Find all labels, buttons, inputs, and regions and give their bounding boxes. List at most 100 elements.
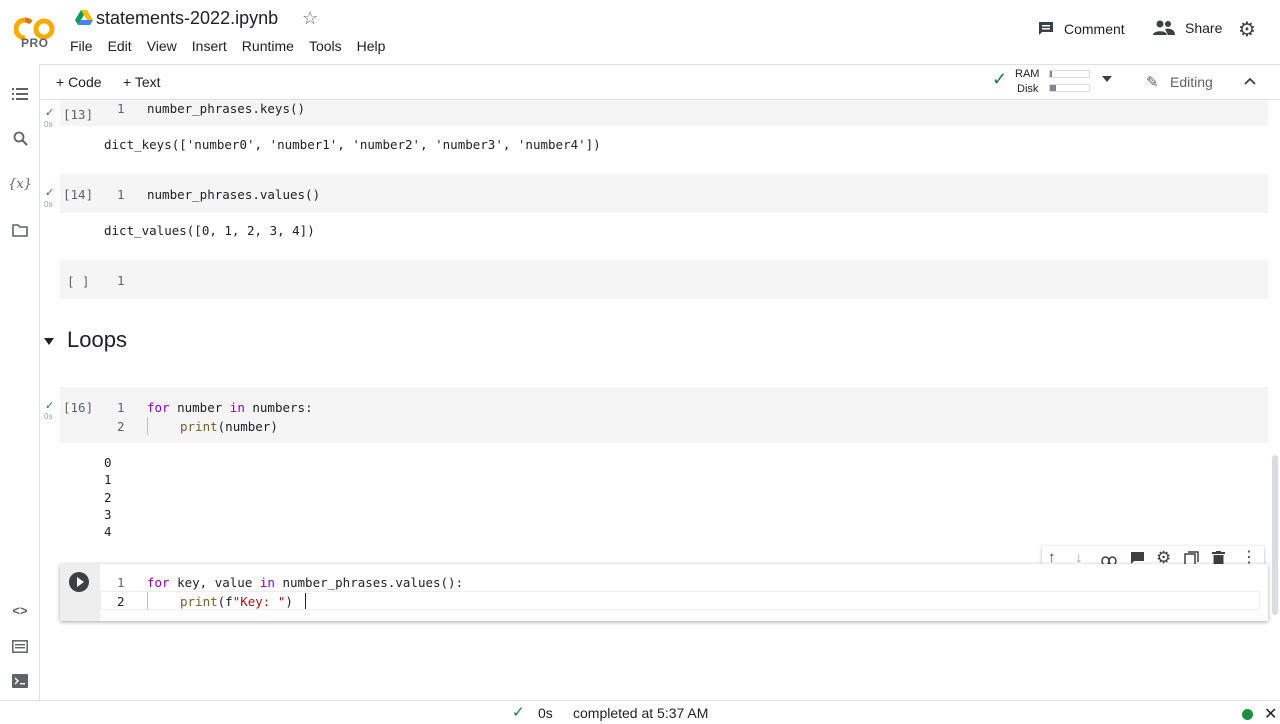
- add-code-button[interactable]: + Code: [56, 74, 102, 90]
- text-cursor: [305, 593, 306, 609]
- close-icon[interactable]: ✕: [1264, 704, 1277, 724]
- exec-time: 0s: [44, 200, 53, 209]
- line-number: 1: [117, 575, 125, 590]
- star-icon[interactable]: ☆: [302, 8, 318, 29]
- pro-badge: PRO: [21, 36, 49, 50]
- function-name: print: [180, 419, 218, 434]
- indent-guide: [147, 417, 148, 435]
- play-icon: [77, 577, 84, 587]
- executed-check-icon: ✓: [45, 187, 55, 199]
- menu-help[interactable]: Help: [357, 38, 386, 54]
- run-cell-button[interactable]: [69, 572, 89, 592]
- execution-count: [14]: [63, 187, 94, 202]
- code-cell-16[interactable]: [60, 387, 1268, 443]
- files-folder-icon[interactable]: [10, 220, 30, 240]
- left-sidebar: {x} <>: [0, 64, 40, 700]
- command-palette-icon[interactable]: [10, 636, 30, 656]
- keyword: for: [147, 400, 170, 415]
- collapse-section-icon[interactable]: [44, 338, 54, 345]
- status-bar: ✓ 0s completed at 5:37 AM ✕: [0, 700, 1280, 723]
- code-text: number_phrases.values():: [274, 575, 464, 590]
- code-line[interactable]: number_phrases.values(): [147, 187, 320, 202]
- comment-label: Comment: [1064, 21, 1125, 37]
- menu-view[interactable]: View: [147, 38, 177, 54]
- completed-check-icon: ✓: [512, 704, 525, 721]
- code-text: (number): [217, 419, 278, 434]
- execution-count: [16]: [63, 400, 94, 415]
- share-label: Share: [1185, 20, 1223, 36]
- add-text-button[interactable]: + Text: [123, 74, 161, 90]
- executed-check-icon: ✓: [45, 107, 55, 119]
- line-number: 1: [117, 187, 125, 202]
- table-of-contents-icon[interactable]: [10, 84, 30, 104]
- keyword: in: [229, 400, 245, 415]
- notebook-scrollbar[interactable]: [1270, 100, 1280, 700]
- status-message[interactable]: completed at 5:37 AM: [573, 705, 708, 721]
- line-number: 2: [117, 419, 125, 434]
- code-snippets-icon[interactable]: <>: [10, 600, 30, 620]
- execution-count: [13]: [63, 107, 94, 122]
- cell-output: dict_values([0, 1, 2, 3, 4]): [104, 223, 315, 238]
- exec-time: 0s: [44, 120, 53, 129]
- output-line: 1: [104, 472, 112, 487]
- code-text: (f: [217, 594, 233, 609]
- line-number: 1: [117, 273, 125, 288]
- output-line: 0: [104, 455, 112, 470]
- keyword: in: [259, 575, 275, 590]
- code-text: numbers:: [244, 400, 313, 415]
- pencil-icon: ✎: [1146, 74, 1159, 91]
- output-line: 4: [104, 524, 112, 539]
- comment-button[interactable]: Comment: [1037, 20, 1125, 38]
- code-line[interactable]: number_phrases.keys(): [147, 101, 305, 116]
- terminal-icon[interactable]: [10, 671, 30, 691]
- cell-output: dict_keys(['number0', 'number1', 'number…: [104, 137, 601, 152]
- comment-icon: [1039, 22, 1053, 35]
- keyword: for: [147, 575, 170, 590]
- empty-code-cell[interactable]: [60, 260, 1268, 299]
- code-text: key, value: [169, 575, 260, 590]
- exec-time: 0s: [44, 412, 53, 421]
- code-text: number: [169, 400, 230, 415]
- menu-bar: File Edit View Insert Runtime Tools Help: [70, 38, 400, 54]
- editing-mode-button[interactable]: Editing: [1170, 74, 1213, 90]
- code-line[interactable]: for key, value in number_phrases.values(…: [147, 575, 463, 590]
- notebook-toolbar: + Code + Text ✓ RAM Disk ✎ Editing: [40, 64, 1280, 100]
- section-heading[interactable]: Loops: [67, 327, 127, 353]
- google-drive-icon[interactable]: [75, 10, 93, 26]
- settings-gear-icon[interactable]: ⚙: [1238, 20, 1256, 40]
- disk-meter[interactable]: [1049, 84, 1090, 92]
- disk-label: Disk: [1017, 83, 1039, 95]
- string-literal: "Key: ": [232, 594, 286, 609]
- collapse-header-icon[interactable]: [1244, 73, 1256, 85]
- execution-count[interactable]: [ ]: [67, 274, 90, 289]
- output-line: 3: [104, 507, 112, 522]
- line-number: 2: [117, 594, 125, 609]
- app-header: PRO statements-2022.ipynb ☆ File Edit Vi…: [0, 0, 1280, 64]
- search-icon[interactable]: [10, 128, 30, 148]
- code-line[interactable]: print(f"Key: "): [180, 594, 293, 609]
- line-number: 1: [117, 400, 125, 415]
- menu-tools[interactable]: Tools: [309, 38, 342, 54]
- connection-status-dot: [1242, 709, 1253, 720]
- code-line[interactable]: for number in numbers:: [147, 400, 313, 415]
- people-icon: [1153, 20, 1175, 35]
- executed-check-icon: ✓: [45, 400, 55, 412]
- line-number: 1: [117, 101, 125, 116]
- menu-insert[interactable]: Insert: [192, 38, 227, 54]
- menu-edit[interactable]: Edit: [108, 38, 132, 54]
- indent-guide: [147, 592, 148, 610]
- menu-file[interactable]: File: [70, 38, 93, 54]
- notebook-title[interactable]: statements-2022.ipynb: [96, 8, 278, 29]
- output-line: 2: [104, 490, 112, 505]
- function-name: print: [180, 594, 218, 609]
- code-line[interactable]: print(number): [180, 419, 278, 434]
- variables-icon[interactable]: {x}: [8, 174, 32, 194]
- menu-runtime[interactable]: Runtime: [242, 38, 294, 54]
- ram-meter[interactable]: [1049, 70, 1090, 78]
- share-button[interactable]: Share: [1153, 20, 1222, 36]
- exec-duration: 0s: [538, 705, 553, 721]
- ram-label: RAM: [1015, 68, 1040, 80]
- connected-check-icon: ✓: [992, 69, 1008, 89]
- code-text: ): [285, 594, 293, 609]
- resources-dropdown-icon[interactable]: [1102, 76, 1112, 82]
